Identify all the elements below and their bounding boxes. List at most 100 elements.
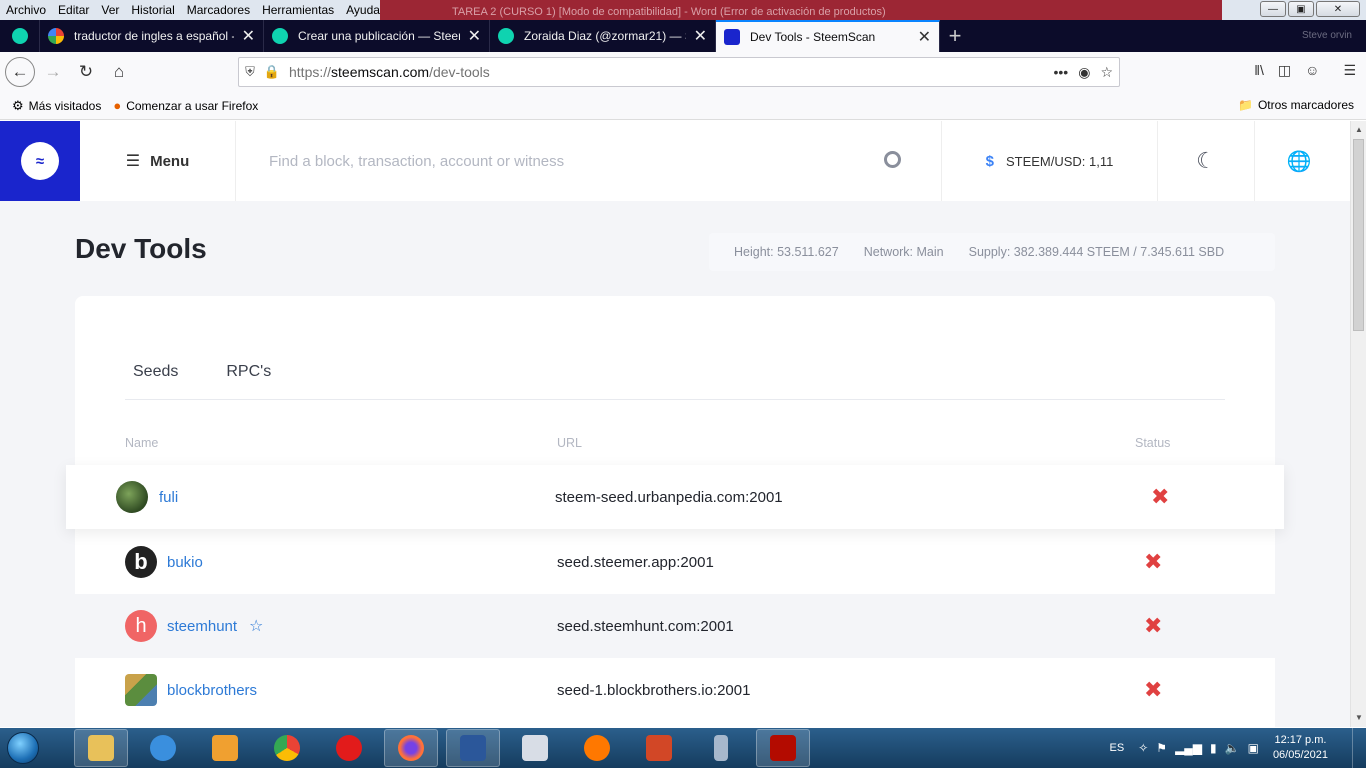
tab-dev-tools[interactable]: Dev Tools - SteemScan ✕ <box>716 20 940 52</box>
menu-button[interactable]: ☰ Menu <box>80 121 236 201</box>
power-icon[interactable]: ▮ <box>1210 741 1217 755</box>
seed-url: seed.steemhunt.com:2001 <box>557 617 734 635</box>
bookmark-firefox[interactable]: ● Comenzar a usar Firefox <box>113 98 258 113</box>
page-scrollbar[interactable]: ▲ ▼ <box>1350 121 1366 727</box>
taskbar-chrome[interactable] <box>260 729 314 767</box>
taskbar-ie[interactable] <box>136 729 190 767</box>
modem-3g-icon <box>336 735 362 761</box>
maximize-button[interactable]: ▣ <box>1288 1 1314 17</box>
taskbar-powerpoint[interactable] <box>632 729 686 767</box>
steemit-icon <box>498 28 514 44</box>
home-button[interactable]: ⌂ <box>104 57 134 87</box>
seed-url: steem-seed.urbanpedia.com:2001 <box>555 488 783 506</box>
signal-icon[interactable]: ▂▄▆ <box>1175 741 1202 755</box>
page-actions-icon[interactable]: ••• <box>1054 64 1069 81</box>
menu-herramientas[interactable]: Herramientas <box>256 3 340 17</box>
language-selector[interactable]: 🌐 <box>1255 121 1343 201</box>
account-icon[interactable]: ☺ <box>1305 62 1319 79</box>
witness-name-link[interactable]: blockbrothers <box>167 682 257 699</box>
tray-app-icon[interactable]: ✧ <box>1138 741 1148 755</box>
new-tab-button[interactable]: + <box>940 20 970 52</box>
sidebar-icon[interactable]: ◫ <box>1278 62 1291 79</box>
internet-explorer-icon <box>150 735 176 761</box>
proxy-user-icon: ☆ <box>249 618 264 635</box>
dark-mode-toggle[interactable]: ☾ <box>1158 121 1255 201</box>
reload-button[interactable]: ↻ <box>71 57 101 87</box>
bookmark-mas-visitados[interactable]: ⚙ Más visitados <box>12 98 101 114</box>
clock[interactable]: 12:17 p.m. 06/05/2021 <box>1273 733 1328 763</box>
volume-icon[interactable]: 🔈 <box>1225 741 1240 755</box>
witness-name-link[interactable]: fuli <box>159 489 178 506</box>
close-tab-icon[interactable]: ✕ <box>694 26 707 46</box>
bookmark-star-icon[interactable]: ☆ <box>1100 64 1113 81</box>
menu-ver[interactable]: Ver <box>95 3 125 17</box>
usb-drive-icon <box>714 735 728 761</box>
forward-button[interactable]: → <box>38 57 68 87</box>
shield-icon[interactable]: ⛨ <box>239 64 261 80</box>
taskbar-avast[interactable] <box>570 729 624 767</box>
table-row[interactable]: b bukio seed.steemer.app:2001 ✖ <box>75 530 1275 594</box>
witness-name-link[interactable]: bukio <box>167 554 203 571</box>
show-desktop-button[interactable] <box>1352 728 1366 768</box>
menu-marcadores[interactable]: Marcadores <box>181 3 256 17</box>
address-bar[interactable]: ⛨ 🔒 https://steemscan.com/dev-tools ••• … <box>238 57 1120 87</box>
pinned-tab[interactable] <box>0 20 40 52</box>
tab-traductor[interactable]: traductor de ingles a español - ✕ <box>40 20 264 52</box>
avatar: b <box>125 546 157 578</box>
taskbar-media[interactable] <box>198 729 252 767</box>
page-title: Dev Tools <box>75 233 207 264</box>
chrome-icon <box>274 735 300 761</box>
url-domain: steemscan.com <box>331 64 430 80</box>
search-icon[interactable] <box>884 151 901 168</box>
table-row[interactable]: blockbrothers seed-1.blockbrothers.io:20… <box>75 658 1275 722</box>
divider <box>125 399 1225 400</box>
taskbar-firefox[interactable] <box>384 729 438 767</box>
tab-zoraida[interactable]: Zoraida Diaz (@zormar21) — St ✕ <box>490 20 716 52</box>
table-row[interactable]: fuli steem-seed.urbanpedia.com:2001 ✖ <box>66 465 1284 529</box>
tab-seeds[interactable]: Seeds <box>125 358 186 386</box>
price-ticker: $ STEEM/USD: 1,11 <box>942 121 1158 201</box>
tab-crear-publicacion[interactable]: Crear una publicación — Steem ✕ <box>264 20 490 52</box>
menu-archivo[interactable]: Archivo <box>0 3 52 17</box>
tab-rpcs[interactable]: RPC's <box>218 358 279 386</box>
steemit-icon <box>272 28 288 44</box>
hamburger-menu-icon[interactable]: ☰ <box>1343 62 1356 79</box>
windows-logo-icon <box>7 732 39 764</box>
close-tab-icon[interactable]: ✕ <box>918 27 931 47</box>
steem-logo[interactable]: ≈ <box>0 121 80 201</box>
minimize-button[interactable]: — <box>1260 1 1286 17</box>
taskbar-word[interactable] <box>446 729 500 767</box>
url-text[interactable]: https://steemscan.com/dev-tools <box>289 64 490 80</box>
stat-network: Network: Main <box>863 245 944 259</box>
close-tab-icon[interactable]: ✕ <box>468 26 481 46</box>
taskbar-usb[interactable] <box>694 729 748 767</box>
steemscan-icon <box>724 29 740 45</box>
flag-icon[interactable]: ⚑ <box>1156 741 1167 755</box>
scroll-up-icon[interactable]: ▲ <box>1355 125 1363 134</box>
menu-editar[interactable]: Editar <box>52 3 95 17</box>
other-bookmarks[interactable]: 📁 Otros marcadores <box>1238 98 1354 112</box>
network-icon[interactable]: ▣ <box>1248 741 1259 755</box>
back-button[interactable]: ← <box>5 57 35 87</box>
clock-time: 12:17 p.m. <box>1274 734 1327 746</box>
language-indicator[interactable]: ES <box>1110 742 1125 754</box>
witness-name-link[interactable]: steemhunt <box>167 618 237 635</box>
scroll-down-icon[interactable]: ▼ <box>1355 713 1363 722</box>
taskbar-acrobat[interactable] <box>756 729 810 767</box>
taskbar-notepad[interactable] <box>508 729 562 767</box>
close-tab-icon[interactable]: ✕ <box>242 26 255 46</box>
table-row[interactable]: h steemhunt ☆ seed.steemhunt.com:2001 ✖ <box>75 594 1275 658</box>
scroll-thumb[interactable] <box>1353 139 1364 331</box>
taskbar-explorer[interactable] <box>74 729 128 767</box>
pocket-icon[interactable]: ◉ <box>1078 64 1090 81</box>
library-icon[interactable]: ‖\ <box>1254 62 1264 79</box>
close-window-button[interactable]: ✕ <box>1316 1 1360 17</box>
start-button[interactable] <box>0 728 46 768</box>
column-header-name: Name <box>125 436 159 450</box>
menu-historial[interactable]: Historial <box>125 3 180 17</box>
offline-x-icon: ✖ <box>1151 484 1170 509</box>
search-bar[interactable]: Find a block, transaction, account or wi… <box>236 121 942 201</box>
search-input[interactable]: Find a block, transaction, account or wi… <box>269 153 564 170</box>
taskbar-3g[interactable] <box>322 729 376 767</box>
lock-icon[interactable]: 🔒 <box>261 64 283 80</box>
